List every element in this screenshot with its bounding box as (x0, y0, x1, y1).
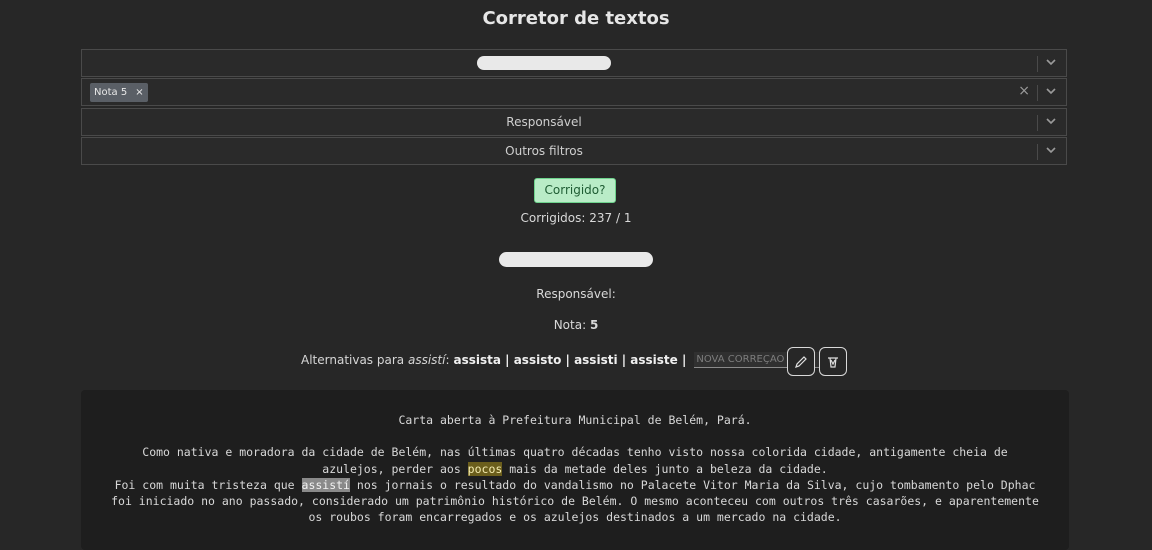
text-segment: Foi com muita tristeza que (114, 477, 302, 492)
responsavel-filter-value: Responsável (506, 115, 582, 129)
select-divider (1037, 115, 1038, 131)
corrigido-button[interactable]: Corrigido? (534, 178, 616, 203)
first-filter-select[interactable] (81, 49, 1067, 77)
first-filter-value (82, 50, 1006, 76)
pencil-icon (795, 355, 807, 368)
redacted-author (0, 252, 1152, 270)
responsavel-label: Responsável: (536, 287, 616, 301)
chevron-down-icon[interactable] (1044, 114, 1058, 128)
alternatives-prefix: Alternativas para (301, 353, 405, 367)
responsavel-filter-select[interactable]: Responsável (81, 108, 1067, 136)
edit-button[interactable] (787, 347, 815, 376)
clear-icon[interactable]: × (1018, 83, 1030, 99)
alternatives-word: assistí (407, 353, 446, 367)
highlighted-word[interactable]: pocos (467, 461, 503, 476)
select-divider (1037, 144, 1038, 160)
chevron-down-icon[interactable] (1044, 143, 1058, 157)
chevron-down-icon[interactable] (1044, 84, 1058, 98)
outros-filtros-value: Outros filtros (505, 144, 583, 158)
nota-value: 5 (589, 318, 599, 332)
essay-text: Carta aberta à Prefeitura Municipal de B… (81, 390, 1069, 550)
chevron-down-icon[interactable] (1044, 55, 1058, 69)
nota-line: Nota: 5 (0, 318, 1152, 332)
select-divider (1037, 85, 1038, 101)
trash-icon (828, 356, 838, 368)
essay-heading: Carta aberta à Prefeitura Municipal de B… (398, 413, 752, 427)
redacted-value (499, 252, 653, 267)
progress-text: Corrigidos: 237 / 1 (520, 211, 632, 225)
tag-remove-icon[interactable]: × (135, 87, 143, 98)
essay-paragraph: Como nativa e moradora da cidade de Belé… (109, 444, 1041, 477)
nota-filter-select[interactable]: Nota 5 × × (81, 78, 1067, 106)
page-title: Corretor de textos (482, 8, 670, 29)
alternatives-options[interactable]: assista | assisto | assisti | assiste | (454, 353, 687, 367)
essay-paragraph: Foi com muita tristeza que assistí nos j… (109, 477, 1041, 526)
alternatives-bar: Alternativas para assistí: assista | ass… (301, 352, 831, 368)
selected-word[interactable]: assistí (301, 477, 350, 492)
outros-filtros-select[interactable]: Outros filtros (81, 137, 1067, 165)
select-divider (1037, 56, 1038, 72)
nota-tag: Nota 5 × (90, 83, 148, 102)
text-segment: mais da metade deles junto a beleza da c… (502, 461, 828, 476)
delete-button[interactable] (819, 347, 847, 376)
nota-label: Nota: (553, 318, 587, 332)
nota-tag-label: Nota 5 (94, 87, 128, 98)
redacted-value (477, 56, 611, 70)
